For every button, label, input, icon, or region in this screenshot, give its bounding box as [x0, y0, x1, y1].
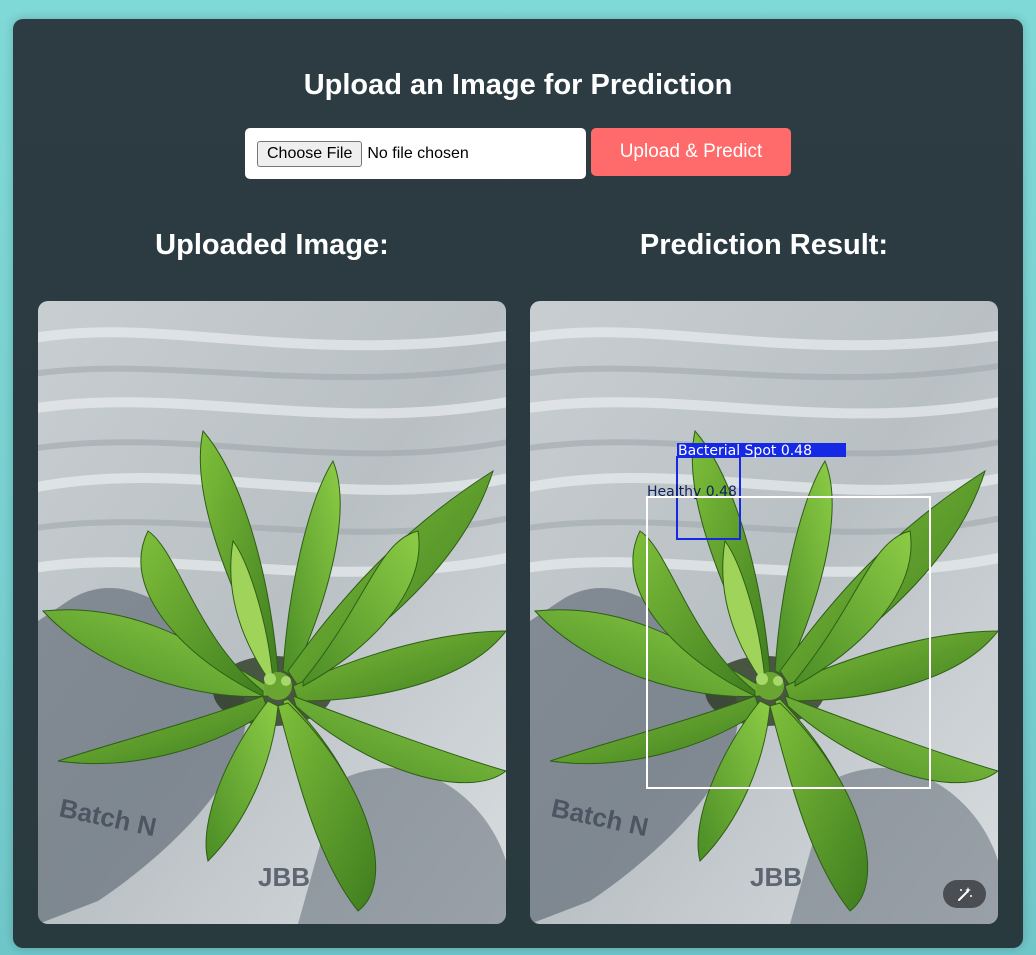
page-title: Upload an Image for Prediction	[303, 69, 733, 101]
prediction-result-image: Batch N JBB Bacterial Spot 0.48 Healthy …	[530, 301, 998, 924]
uploaded-image: Batch N JBB	[38, 301, 506, 924]
upload-predict-button[interactable]: Upload & Predict	[591, 128, 791, 176]
magic-wand-icon[interactable]	[943, 880, 986, 908]
file-input[interactable]: Choose File No file chosen	[245, 128, 586, 179]
code-print-text: JBB	[258, 862, 310, 892]
prediction-result-heading: Prediction Result:	[639, 229, 889, 261]
code-print-text: JBB	[750, 862, 802, 892]
file-status-text: No file chosen	[367, 144, 469, 162]
choose-file-button[interactable]: Choose File	[257, 140, 363, 167]
uploaded-image-heading: Uploaded Image:	[155, 229, 389, 261]
